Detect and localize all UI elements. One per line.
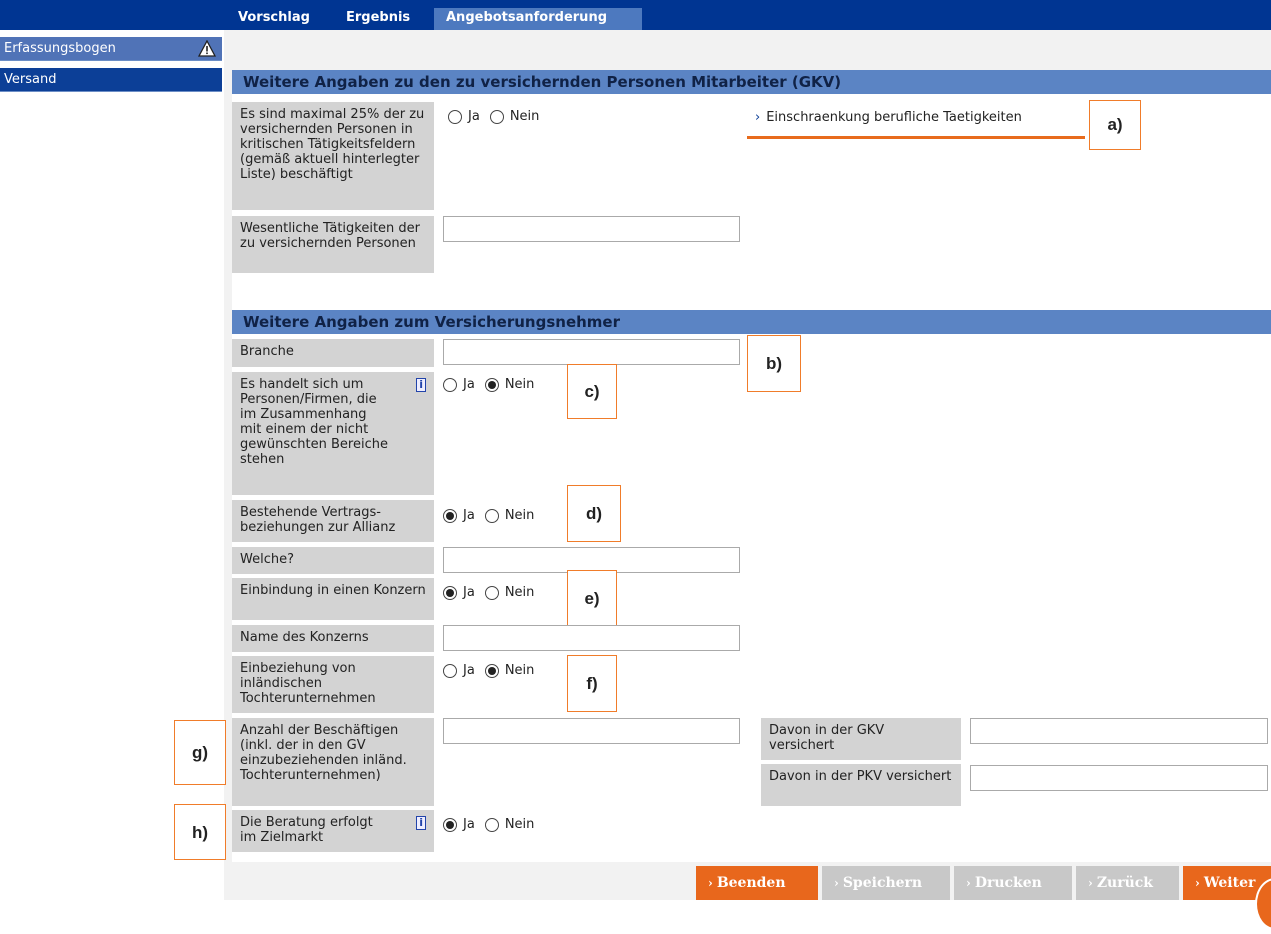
callout-d: d) (567, 485, 621, 542)
radio-kritisch-nein[interactable] (489, 110, 504, 124)
chevron-right-icon: › (834, 876, 839, 890)
link-einschraenkung[interactable]: › Einschraenkung berufliche Taetigkeiten (755, 110, 1022, 125)
info-icon[interactable]: i (416, 816, 426, 830)
zurueck-button[interactable]: › Zurück (1076, 866, 1179, 900)
label-tochterunternehmen: Einbeziehung von inländischen Tochterunt… (232, 656, 434, 713)
tab-vorschlag[interactable]: Vorschlag (226, 8, 322, 30)
chevron-right-icon: › (966, 876, 971, 890)
radio-group-vertrag: Ja Nein (443, 506, 544, 526)
radio-group-kritisch: Ja Nein (448, 107, 549, 127)
radio-konzern-nein[interactable] (484, 586, 499, 600)
label-gkv: Davon in der GKV versichert (761, 718, 961, 760)
label-welche: Welche? (232, 547, 434, 574)
input-branche[interactable] (443, 339, 740, 365)
label-vertragsbeziehungen: Bestehende Vertrags-beziehungen zur Alli… (232, 500, 434, 542)
sidebar-item-label: Versand (4, 72, 57, 87)
radio-group-beratung: Ja Nein (443, 815, 544, 835)
sidebar-item-label: Erfassungsbogen (4, 41, 116, 56)
callout-b: b) (747, 335, 801, 392)
chevron-right-icon: › (755, 110, 761, 125)
callout-a: a) (1089, 100, 1141, 150)
radio-group-tochter: Ja Nein (443, 661, 544, 681)
input-name-konzern[interactable] (443, 625, 740, 651)
section-header-versicherungsnehmer: Weitere Angaben zum Versicherungsnehmer (232, 310, 1271, 334)
sidebar-item-erfassungsbogen[interactable]: Erfassungsbogen (0, 37, 222, 61)
warning-icon (198, 40, 216, 57)
callout-c: c) (567, 364, 617, 419)
input-pkv[interactable] (970, 765, 1268, 791)
section-header-personen: Weitere Angaben zu den zu versichernden … (232, 70, 1271, 94)
chevron-right-icon: › (1195, 876, 1200, 890)
radio-beratung-nein[interactable] (484, 818, 499, 832)
link-underline (747, 136, 1085, 139)
top-navigation-bar: Vorschlag Ergebnis Angebotsanforderung (0, 0, 1271, 30)
radio-personen-ja[interactable] (443, 378, 457, 392)
label-pkv: Davon in der PKV versichert (761, 764, 961, 806)
speichern-button[interactable]: › Speichern (822, 866, 950, 900)
radio-group-personen: Ja Nein (443, 375, 544, 395)
label-wesentliche-taetigkeiten: Wesentliche Tätigkeiten der zu versicher… (232, 216, 434, 273)
radio-vertrag-nein[interactable] (484, 509, 499, 523)
callout-e: e) (567, 570, 617, 626)
radio-kritisch-ja[interactable] (448, 110, 462, 124)
callout-f: f) (567, 655, 617, 712)
label-anzahl-beschaeftigte: Anzahl der Beschäftigen (inkl. der in de… (232, 718, 434, 806)
label-name-konzern: Name des Konzerns (232, 625, 434, 652)
radio-group-konzern: Ja Nein (443, 583, 544, 603)
label-branche: Branche (232, 339, 434, 367)
sidebar-item-versand[interactable]: Versand (0, 68, 222, 92)
input-anzahl-beschaeftigte[interactable] (443, 718, 740, 744)
radio-tochter-nein[interactable] (484, 664, 499, 678)
tab-angebotsanforderung[interactable]: Angebotsanforderung (434, 8, 642, 30)
radio-beratung-ja[interactable] (443, 818, 457, 832)
radio-vertrag-ja[interactable] (443, 509, 457, 523)
tab-ergebnis[interactable]: Ergebnis (334, 8, 422, 30)
radio-tochter-ja[interactable] (443, 664, 457, 678)
callout-g: g) (174, 720, 226, 785)
chevron-right-icon: › (708, 876, 713, 890)
label-konzern: Einbindung in einen Konzern (232, 578, 434, 620)
label-beratung: Die Beratung erfolgt im Zielmarkt i (232, 810, 434, 852)
drucken-button[interactable]: › Drucken (954, 866, 1072, 900)
callout-h: h) (174, 804, 226, 860)
chevron-right-icon: › (1088, 876, 1093, 890)
input-wesentliche-taetigkeiten[interactable] (443, 216, 740, 242)
beenden-button[interactable]: › Beenden (696, 866, 818, 900)
input-gkv[interactable] (970, 718, 1268, 744)
radio-personen-nein[interactable] (484, 378, 499, 392)
label-kritische-taetigkeiten: Es sind maximal 25% der zu versichernden… (232, 102, 434, 210)
label-personen-firmen: Es handelt sich um Personen/Firmen, die … (232, 372, 434, 495)
radio-konzern-ja[interactable] (443, 586, 457, 600)
info-icon[interactable]: i (416, 378, 426, 392)
